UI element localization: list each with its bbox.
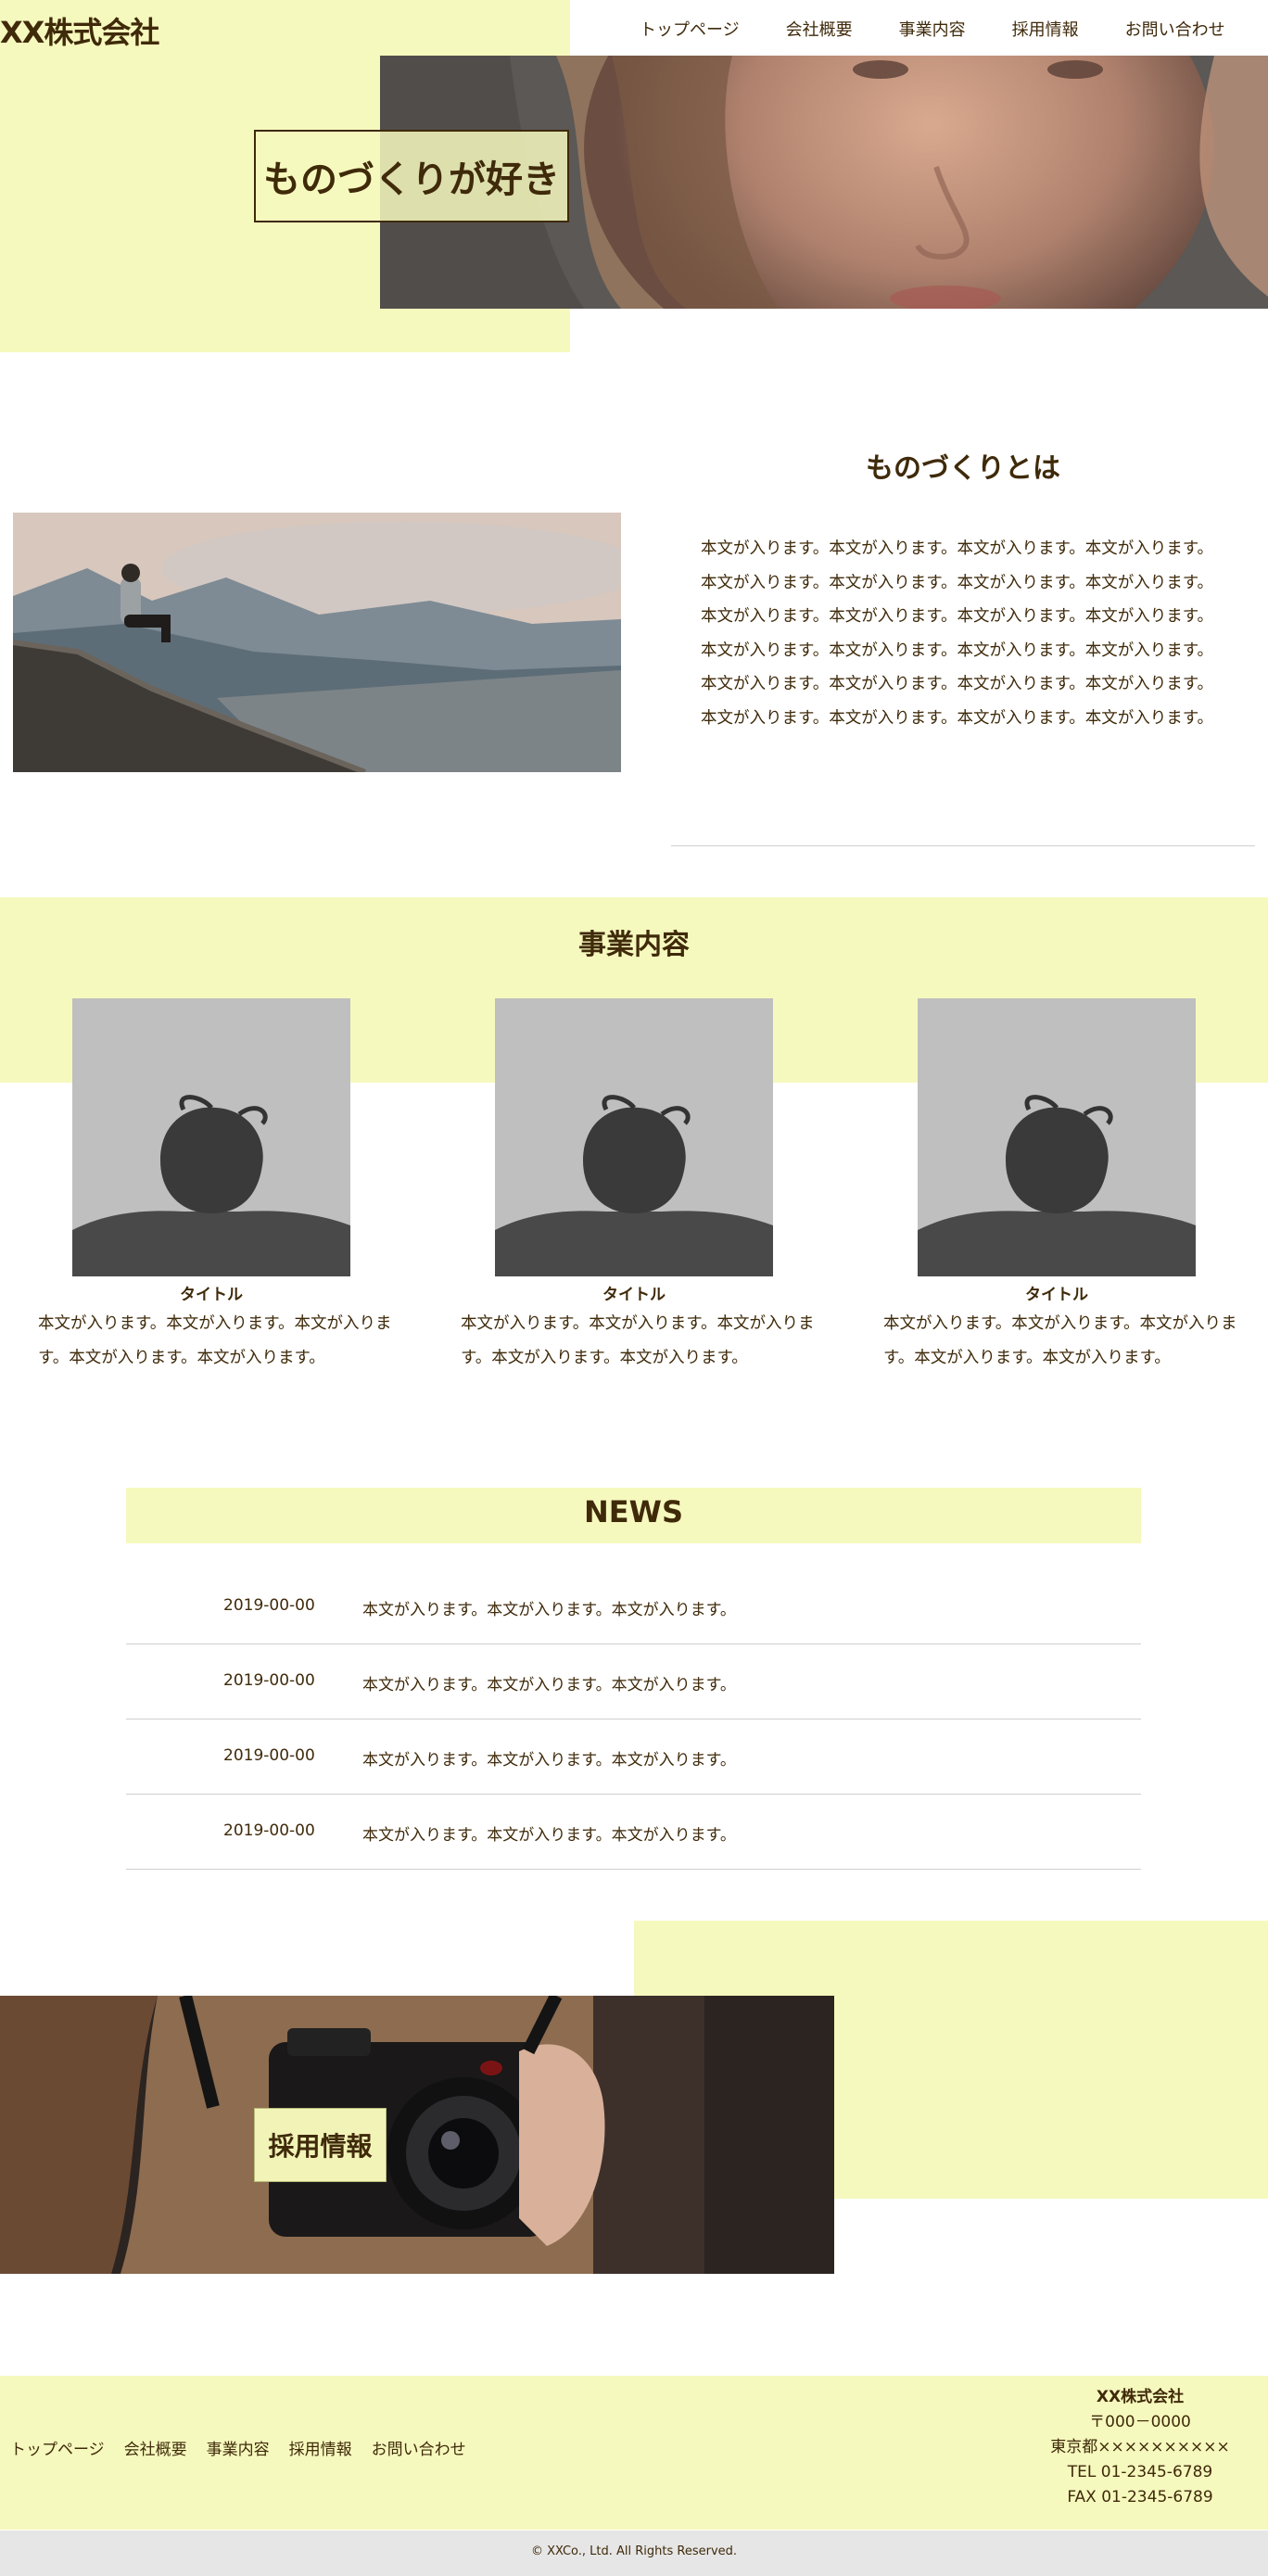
company-logo[interactable]: XX株式会社 bbox=[0, 9, 159, 52]
news-text: 本文が入ります。本文が入ります。本文が入ります。 bbox=[362, 1676, 736, 1694]
news-date: 2019-00-00 bbox=[223, 1596, 315, 1615]
footer-company-name: XX株式会社 bbox=[1096, 2388, 1185, 2406]
business-card-3-text: 本文が入ります。本文が入ります。本文が入ります。本文が入ります。本文が入ります。 bbox=[883, 1314, 1237, 1367]
footer-nav: トップページ 会社概要 事業内容 採用情報 お問い合わせ bbox=[10, 2436, 486, 2459]
footer-fax: FAX 01-2345-6789 bbox=[1067, 2488, 1213, 2506]
news-item[interactable]: 2019-00-00 本文が入ります。本文が入ります。本文が入ります。 bbox=[126, 1720, 1141, 1795]
main-nav: トップページ 会社概要 事業内容 採用情報 お問い合わせ bbox=[640, 17, 1225, 41]
news-item[interactable]: 2019-00-00 本文が入ります。本文が入ります。本文が入ります。 bbox=[126, 1796, 1141, 1870]
business-heading: 事業内容 bbox=[578, 929, 690, 961]
business-card-1-text: 本文が入ります。本文が入ります。本文が入ります。本文が入ります。本文が入ります。 bbox=[38, 1314, 392, 1367]
footer-nav-company[interactable]: 会社概要 bbox=[124, 2436, 187, 2459]
business-card-2-title: タイトル bbox=[602, 1286, 666, 1304]
news-text: 本文が入ります。本文が入ります。本文が入ります。 bbox=[362, 1601, 736, 1619]
nav-item-company[interactable]: 会社概要 bbox=[786, 17, 853, 41]
recruit-title[interactable]: 採用情報 bbox=[254, 2108, 387, 2182]
news-date: 2019-00-00 bbox=[223, 1821, 315, 1840]
news-item[interactable]: 2019-00-00 本文が入ります。本文が入ります。本文が入ります。 bbox=[126, 1570, 1141, 1644]
news-date: 2019-00-00 bbox=[223, 1671, 315, 1690]
about-heading: ものづくりとは bbox=[866, 452, 1060, 485]
footer-nav-business[interactable]: 事業内容 bbox=[207, 2436, 270, 2459]
news-heading: NEWS bbox=[584, 1494, 683, 1529]
business-card-1-title: タイトル bbox=[180, 1286, 243, 1304]
copyright-text: © XXCo., Ltd. All Rights Reserved. bbox=[530, 2544, 738, 2558]
nav-item-recruit[interactable]: 採用情報 bbox=[1012, 17, 1079, 41]
business-card-2-image bbox=[495, 998, 773, 1276]
about-landscape-photo bbox=[13, 513, 621, 772]
footer-nav-recruit[interactable]: 採用情報 bbox=[289, 2436, 352, 2459]
business-card-3-title: タイトル bbox=[1025, 1286, 1088, 1304]
recruit-camera-photo bbox=[0, 1996, 834, 2274]
nav-item-contact[interactable]: お問い合わせ bbox=[1125, 17, 1225, 41]
business-card-1-image bbox=[72, 998, 350, 1276]
nav-item-business[interactable]: 事業内容 bbox=[899, 17, 966, 41]
footer-nav-contact[interactable]: お問い合わせ bbox=[372, 2436, 466, 2459]
footer-company-info: XX株式会社 〒000－0000 東京都×××××××××× TEL 01-23… bbox=[1010, 2385, 1268, 2510]
business-card-2-text: 本文が入ります。本文が入ります。本文が入ります。本文が入ります。本文が入ります。 bbox=[461, 1314, 815, 1367]
hero-title: ものづくりが好き bbox=[254, 130, 569, 222]
nav-item-top[interactable]: トップページ bbox=[640, 17, 740, 41]
footer-tel: TEL 01-2345-6789 bbox=[1067, 2463, 1213, 2481]
news-text: 本文が入ります。本文が入ります。本文が入ります。 bbox=[362, 1826, 736, 1845]
footer-postal: 〒000－0000 bbox=[1089, 2413, 1191, 2431]
about-body-text: 本文が入ります。本文が入ります。本文が入ります。本文が入ります。本文が入ります。… bbox=[701, 539, 1213, 728]
footer-nav-top[interactable]: トップページ bbox=[10, 2436, 105, 2459]
news-item[interactable]: 2019-00-00 本文が入ります。本文が入ります。本文が入ります。 bbox=[126, 1645, 1141, 1719]
news-text: 本文が入ります。本文が入ります。本文が入ります。 bbox=[362, 1751, 736, 1770]
footer-address: 東京都×××××××××× bbox=[1050, 2438, 1230, 2456]
business-card-3-image bbox=[918, 998, 1196, 1276]
news-date: 2019-00-00 bbox=[223, 1746, 315, 1765]
about-divider bbox=[671, 845, 1255, 846]
